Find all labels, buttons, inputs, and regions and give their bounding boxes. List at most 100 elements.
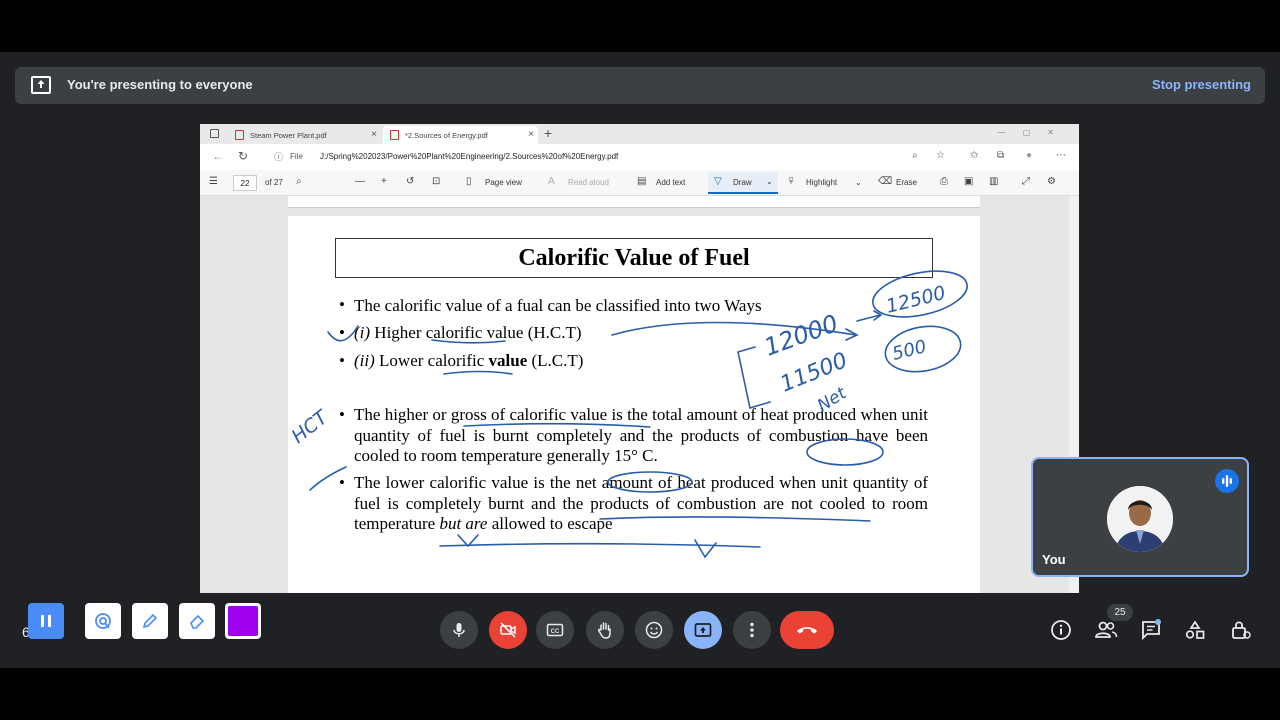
pause-annotation-button[interactable]: [28, 603, 64, 639]
camera-off-button[interactable]: [489, 611, 527, 649]
item-text: (L.C.T): [527, 351, 584, 370]
back-icon[interactable]: ←: [212, 149, 224, 163]
zoom-in-icon[interactable]: +: [381, 176, 387, 187]
erase-icon[interactable]: ⌫: [878, 176, 892, 187]
page-number-input[interactable]: 22: [233, 175, 257, 191]
page-total: of 27: [265, 178, 283, 187]
settings-icon[interactable]: ⚙: [1047, 176, 1056, 187]
pen-tool-button[interactable]: [132, 603, 168, 639]
highlight-icon[interactable]: ⍫: [788, 176, 794, 187]
stop-presenting-button[interactable]: Stop presenting: [1152, 77, 1251, 92]
draw-tool-button[interactable]: ▽ Draw ⌄: [708, 172, 778, 194]
rotate-icon[interactable]: ↺: [406, 176, 414, 187]
bullet: •: [339, 405, 345, 424]
item-text: Lower calorific: [374, 351, 489, 370]
collections-icon[interactable]: ⧉: [997, 150, 1004, 161]
pdf-page: Calorific Value of Fuel • The calorific …: [288, 216, 980, 593]
item-text: Higher calorific value (H.C.T): [370, 323, 582, 342]
present-screen-icon: [31, 76, 51, 94]
favorite-icon[interactable]: ☆: [936, 150, 945, 161]
activities-icon[interactable]: [1184, 619, 1206, 641]
pdf-viewer[interactable]: Calorific Value of Fuel • The calorific …: [200, 196, 1069, 593]
microphone-button[interactable]: [440, 611, 478, 649]
item-number: (ii): [354, 351, 375, 370]
page-view-button[interactable]: Page view: [485, 178, 522, 187]
address-bar: ← ↻ ⓘ File J:/Spring%202023/Power%20Plan…: [200, 144, 1079, 170]
slide-title-box: Calorific Value of Fuel: [335, 238, 933, 278]
slide-title: Calorific Value of Fuel: [518, 245, 750, 271]
people-icon[interactable]: [1094, 619, 1118, 641]
erase-button[interactable]: Erase: [896, 178, 917, 187]
draw-icon: ▽: [714, 176, 722, 187]
speaking-indicator-icon: [1215, 469, 1239, 493]
add-text-icon[interactable]: ▤: [637, 176, 646, 187]
window-controls[interactable]: —▢✕: [998, 128, 1071, 137]
close-tab-icon[interactable]: ×: [528, 129, 534, 140]
item-number: (i): [354, 323, 371, 342]
pen-color-swatch: [228, 606, 258, 636]
scheme-label: File: [290, 152, 303, 161]
bullet: •: [339, 295, 345, 314]
tab-label: *2.Sources of Energy.pdf: [405, 131, 488, 140]
add-text-button[interactable]: Add text: [656, 178, 685, 187]
previous-page: [288, 196, 980, 208]
url-field[interactable]: ⓘ File J:/Spring%202023/Power%20Plant%20…: [262, 147, 962, 167]
svg-text:CC: CC: [551, 629, 560, 635]
captions-button[interactable]: CC: [536, 611, 574, 649]
laser-pointer-button[interactable]: [85, 603, 121, 639]
para-text: allowed to escape: [487, 514, 613, 533]
emoji-button[interactable]: [635, 611, 673, 649]
raise-hand-button[interactable]: [586, 611, 624, 649]
more-options-button[interactable]: [733, 611, 771, 649]
list-item-hcv: (i) Higher calorific value (H.C.T): [354, 323, 582, 343]
self-video-tile[interactable]: You: [1031, 457, 1249, 577]
bullet: •: [339, 323, 345, 342]
profile-icon[interactable]: ●: [1026, 150, 1032, 161]
tab-label: Steam Power Plant.pdf: [250, 131, 327, 140]
zoom-out-icon[interactable]: —: [355, 176, 365, 187]
read-aloud-button[interactable]: Read aloud: [568, 178, 609, 187]
tab-steam-power-plant[interactable]: Steam Power Plant.pdf ×: [228, 126, 381, 144]
refresh-icon[interactable]: ↻: [238, 149, 248, 163]
url-text: J:/Spring%202023/Power%20Plant%20Enginee…: [320, 152, 619, 161]
save-as-icon[interactable]: ▥: [989, 176, 998, 187]
pen-color-button[interactable]: [225, 603, 261, 639]
close-tab-icon[interactable]: ×: [371, 129, 377, 140]
fit-page-icon[interactable]: ⊡: [432, 176, 440, 187]
new-tab-button[interactable]: +: [544, 125, 552, 141]
read-aloud-icon: A: [548, 176, 555, 187]
page-view-icon[interactable]: ▯: [466, 176, 472, 187]
tab-actions-icon[interactable]: [210, 129, 219, 138]
host-controls-icon[interactable]: [1230, 619, 1252, 641]
bullet: •: [339, 473, 345, 492]
present-now-button[interactable]: [684, 611, 722, 649]
pdf-icon: [390, 130, 399, 140]
chevron-down-icon[interactable]: ⌄: [855, 178, 862, 187]
item-bold-text: value: [488, 351, 528, 370]
menu-icon[interactable]: ⋯: [1056, 150, 1066, 161]
presenting-banner: You're presenting to everyone Stop prese…: [15, 67, 1265, 104]
participant-name: You: [1042, 552, 1066, 567]
draw-label: Draw: [733, 178, 752, 187]
leave-call-button[interactable]: [780, 611, 834, 649]
highlight-button[interactable]: Highlight: [806, 178, 837, 187]
fullscreen-icon[interactable]: ⤢: [1022, 176, 1030, 187]
info-icon: ⓘ: [274, 152, 284, 162]
presenting-text: You're presenting to everyone: [67, 77, 253, 92]
zoom-icon[interactable]: ⌕: [912, 150, 918, 161]
save-icon[interactable]: ▣: [964, 176, 973, 187]
favorites-icon[interactable]: ✩: [970, 150, 978, 161]
pdf-icon: [235, 130, 244, 140]
eraser-tool-button[interactable]: [179, 603, 215, 639]
tab-bar: Steam Power Plant.pdf × *2.Sources of En…: [200, 124, 1079, 144]
meeting-details-icon[interactable]: [1050, 619, 1072, 641]
contents-icon[interactable]: ☰: [209, 176, 218, 187]
shared-browser-window: Steam Power Plant.pdf × *2.Sources of En…: [200, 124, 1079, 593]
bullet-text: The calorific value of a fual can be cla…: [354, 296, 762, 315]
avatar: [1107, 486, 1173, 552]
print-icon[interactable]: ⎙: [940, 176, 948, 187]
search-icon[interactable]: ⌕: [296, 176, 302, 187]
tab-sources-of-energy[interactable]: *2.Sources of Energy.pdf ×: [383, 126, 538, 144]
pdf-toolbar: ☰ 22 of 27 ⌕ — + ↺ ⊡ ▯ Page view A Read …: [200, 170, 1079, 196]
meet-window: You're presenting to everyone Stop prese…: [0, 52, 1280, 668]
